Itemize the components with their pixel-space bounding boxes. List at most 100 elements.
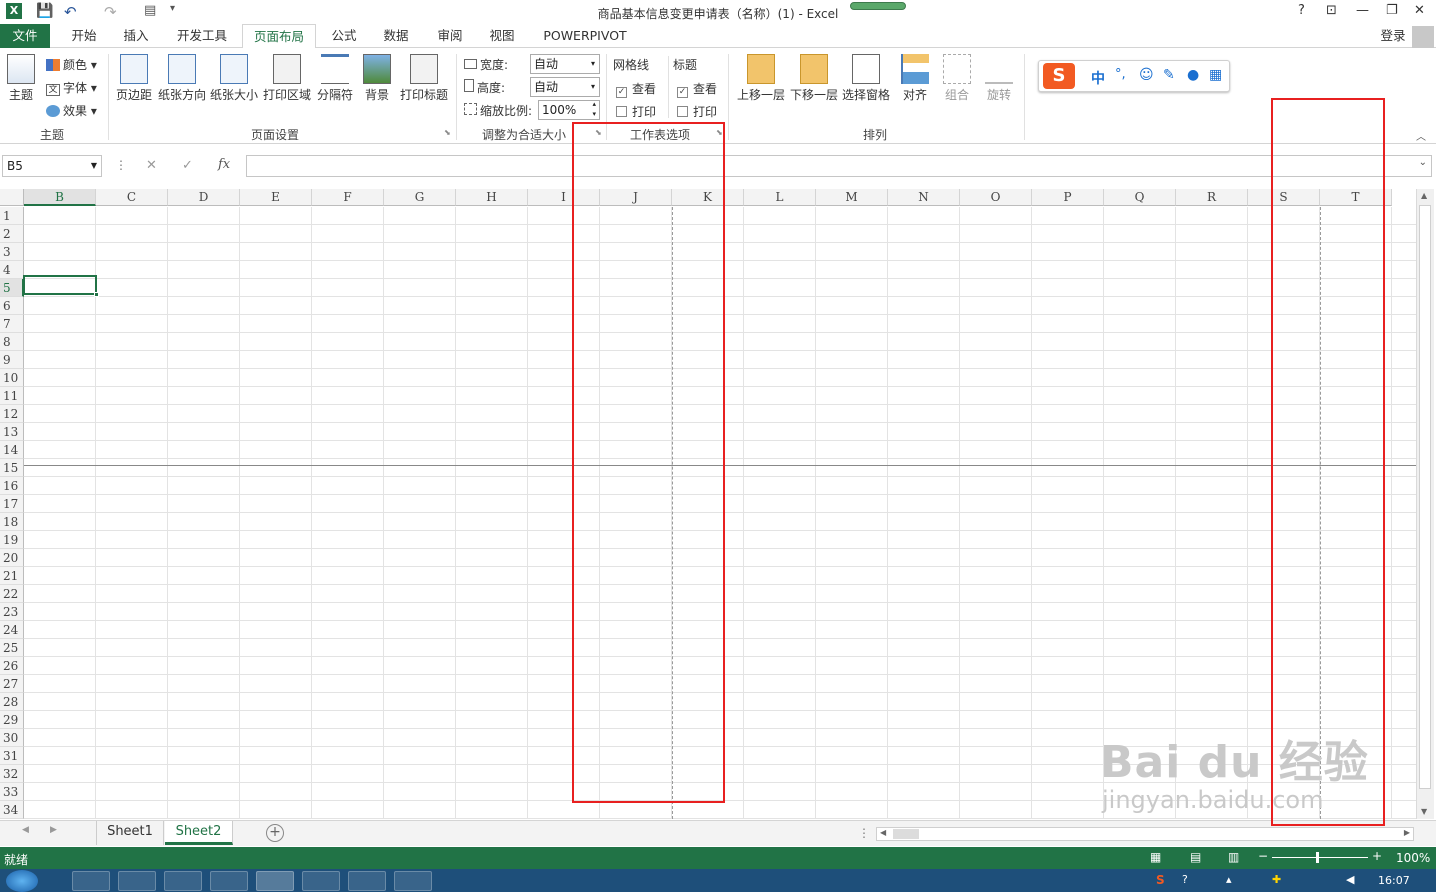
tab-page-layout[interactable]: 页面布局	[242, 24, 316, 49]
formula-input[interactable]: ⌄	[246, 155, 1432, 177]
zoom-level[interactable]: 100%	[1396, 851, 1430, 865]
ime-toolbar[interactable]: S 中 °, ☺ ✎ ● ▦	[1038, 60, 1230, 92]
column-header[interactable]: R	[1176, 189, 1248, 206]
row-header[interactable]: 20	[0, 549, 24, 567]
close-button[interactable]: ✕	[1414, 3, 1425, 18]
page-setup-launcher-icon[interactable]: ⬊	[444, 128, 451, 137]
selection-pane-button[interactable]: 选择窗格	[842, 54, 890, 103]
column-header[interactable]: D	[168, 189, 240, 206]
row-header[interactable]: 25	[0, 639, 24, 657]
tab-review[interactable]: 审阅	[432, 24, 468, 49]
row-header[interactable]: 7	[0, 315, 24, 333]
column-header[interactable]: L	[744, 189, 816, 206]
column-header[interactable]: C	[96, 189, 168, 206]
cancel-entry-icon[interactable]: ✕	[146, 158, 157, 173]
zoom-slider-thumb[interactable]	[1316, 852, 1319, 863]
column-header[interactable]: G	[384, 189, 456, 206]
row-header[interactable]: 26	[0, 657, 24, 675]
tab-formulas[interactable]: 公式	[326, 24, 362, 49]
horizontal-scrollbar-thumb[interactable]	[893, 829, 919, 839]
row-header[interactable]: 29	[0, 711, 24, 729]
taskbar-excel-icon[interactable]	[256, 871, 294, 891]
restore-button[interactable]: ❐	[1386, 3, 1398, 18]
tab-view[interactable]: 视图	[484, 24, 520, 49]
breaks-button[interactable]: 分隔符	[316, 54, 354, 103]
row-header[interactable]: 22	[0, 585, 24, 603]
row-header[interactable]: 8	[0, 333, 24, 351]
zoom-in-icon[interactable]: +	[1372, 849, 1382, 863]
login-link[interactable]: 登录	[1374, 24, 1412, 49]
row-header[interactable]: 24	[0, 621, 24, 639]
scroll-up-icon[interactable]: ▲	[1421, 191, 1427, 200]
page-break-preview-icon[interactable]: ▥	[1228, 850, 1239, 864]
row-header[interactable]: 14	[0, 441, 24, 459]
column-header[interactable]: P	[1032, 189, 1104, 206]
headings-view-checkbox[interactable]: ✓ 查看	[677, 80, 717, 98]
chevron-down-icon[interactable]: ▼	[91, 156, 97, 176]
ime-chinese-mode[interactable]: 中	[1091, 68, 1105, 88]
tab-home[interactable]: 开始	[64, 24, 104, 49]
zoom-out-icon[interactable]: −	[1258, 849, 1268, 863]
row-header[interactable]: 12	[0, 405, 24, 423]
row-header[interactable]: 2	[0, 225, 24, 243]
scrollbar-thumb[interactable]	[1419, 205, 1431, 789]
row-header[interactable]: 11	[0, 387, 24, 405]
print-titles-button[interactable]: 打印标题	[398, 54, 450, 103]
page-layout-view-icon[interactable]: ▤	[1190, 850, 1201, 864]
column-header[interactable]: B	[24, 189, 96, 206]
rotate-button[interactable]: 旋转	[982, 54, 1016, 103]
column-header[interactable]: E	[240, 189, 312, 206]
tab-file[interactable]: 文件	[0, 24, 50, 49]
column-header[interactable]: O	[960, 189, 1032, 206]
row-header[interactable]: 32	[0, 765, 24, 783]
ribbon-display-options-button[interactable]: ⊡	[1326, 3, 1337, 18]
zoom-slider[interactable]	[1272, 857, 1368, 858]
tray-sogou-icon[interactable]: S	[1156, 873, 1165, 887]
row-header[interactable]: 34	[0, 801, 24, 819]
taskbar-browser-icon[interactable]	[72, 871, 110, 891]
row-header[interactable]: 19	[0, 531, 24, 549]
send-backward-button[interactable]: 下移一层	[790, 54, 838, 103]
vertical-scrollbar[interactable]: ▲ ▼	[1416, 189, 1434, 819]
microphone-icon[interactable]: ●	[1187, 67, 1199, 83]
row-header[interactable]: 5	[0, 279, 24, 297]
sheet-tab-sheet1[interactable]: Sheet1	[96, 821, 164, 845]
row-header[interactable]: 33	[0, 783, 24, 801]
row-header[interactable]: 13	[0, 423, 24, 441]
column-header[interactable]: F	[312, 189, 384, 206]
insert-function-icon[interactable]: fx	[218, 157, 230, 172]
tab-data[interactable]: 数据	[378, 24, 414, 49]
add-sheet-icon[interactable]: +	[266, 824, 284, 842]
scale-stepper[interactable]: 100% ▴ ▾	[538, 100, 600, 120]
pen-icon[interactable]: ✎	[1163, 67, 1175, 83]
column-header[interactable]: N	[888, 189, 960, 206]
active-cell[interactable]	[23, 275, 97, 295]
orientation-button[interactable]: 纸张方向	[158, 54, 206, 103]
row-header[interactable]: 18	[0, 513, 24, 531]
tab-developer[interactable]: 开发工具	[170, 24, 234, 49]
collapse-ribbon-icon[interactable]: ︿	[1416, 128, 1426, 143]
enter-entry-icon[interactable]: ✓	[182, 158, 193, 173]
horizontal-scrollbar[interactable]: ◀ ▶	[876, 827, 1414, 841]
tray-app-icon[interactable]: ✚	[1272, 873, 1281, 886]
row-header[interactable]: 28	[0, 693, 24, 711]
theme-fonts-button[interactable]: 文字体 ▾	[46, 79, 97, 96]
height-select[interactable]: 自动 ▾	[530, 77, 600, 97]
row-header[interactable]: 10	[0, 369, 24, 387]
taskbar-explorer-icon[interactable]	[348, 871, 386, 891]
column-header[interactable]: M	[816, 189, 888, 206]
column-header[interactable]: Q	[1104, 189, 1176, 206]
sheet-tab-sheet2[interactable]: Sheet2	[165, 821, 233, 845]
ime-punct-mode[interactable]: °,	[1115, 67, 1126, 82]
row-header[interactable]: 31	[0, 747, 24, 765]
expand-formula-bar-icon[interactable]: ⌄	[1419, 157, 1427, 168]
margins-button[interactable]: 页边距	[114, 54, 154, 103]
align-button[interactable]: 对齐	[898, 54, 932, 103]
emoji-icon[interactable]: ☺	[1139, 67, 1154, 83]
taskbar-clock[interactable]: 16:07	[1378, 874, 1410, 887]
row-header[interactable]: 16	[0, 477, 24, 495]
row-header[interactable]: 15	[0, 459, 24, 477]
tab-powerpivot[interactable]: POWERPIVOT	[540, 24, 630, 49]
scroll-right-icon[interactable]: ▶	[1404, 828, 1410, 837]
taskbar-media-icon[interactable]	[302, 871, 340, 891]
